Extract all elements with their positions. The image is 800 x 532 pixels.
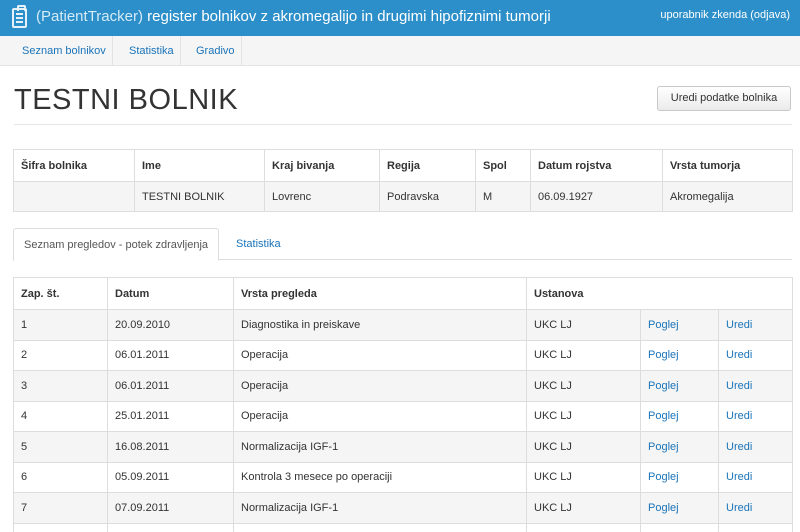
view-link[interactable]: Poglej (640, 431, 719, 463)
column-header: Spol (475, 149, 531, 182)
column-header: Zap. št. (13, 277, 108, 310)
table-row: 5 16.08.2011 Normalizacija IGF-1 UKC LJ Pogl… (13, 431, 794, 463)
nav-item-statistics[interactable]: Statistika (123, 36, 181, 66)
visit-type: Operacija (233, 339, 527, 371)
visit-institution: UKC LJ (526, 492, 641, 524)
column-header: Regija (379, 149, 476, 182)
visit-number (13, 522, 108, 532)
view-link[interactable]: Poglej (640, 461, 719, 493)
column-header: Šifra bolnika (13, 149, 135, 182)
app-header: (PatientTracker) register bolnikov z akr… (0, 0, 800, 36)
patient-residence: Lovrenc (264, 181, 380, 212)
column-header: Kraj bivanja (264, 149, 380, 182)
view-link[interactable]: Poglej (640, 400, 719, 432)
column-header: Datum rojstva (530, 149, 663, 182)
table-row: 4 25.01.2011 Operacija UKC LJ Poglej Uredi (13, 400, 794, 432)
visit-number: 3 (13, 370, 108, 402)
logout-link[interactable]: (odjava) (750, 9, 790, 21)
edit-link[interactable]: Uredi (717, 370, 794, 402)
visit-number: 2 (13, 339, 108, 371)
visit-type: Operacija (233, 370, 527, 402)
visit-date: 05.09.2011 (107, 461, 234, 493)
patient-tumor-type: Akromegalija (662, 181, 793, 212)
visit-institution: UKC LJ (526, 370, 641, 402)
clipboard-icon (12, 5, 27, 28)
patient-sex: M (475, 181, 531, 212)
column-header: Datum (107, 277, 234, 310)
visits-table: Zap. št. Datum Vrsta pregleda Ustanova 1… (13, 277, 794, 532)
edit-link[interactable]: Uredi (717, 492, 794, 524)
main-nav: Seznam bolnikov Statistika Gradivo (0, 36, 800, 66)
edit-link[interactable]: Uredi (717, 431, 794, 463)
title-divider (14, 124, 792, 125)
visit-institution: UKC LJ (526, 431, 641, 463)
patient-info-table: Šifra bolnika Ime Kraj bivanja Regija Sp… (13, 149, 793, 212)
edit-patient-button[interactable]: Uredi podatke bolnika (657, 86, 791, 111)
table-row: 3 06.01.2011 Operacija UKC LJ Poglej Uredi (13, 370, 794, 402)
view-link[interactable]: Poglej (640, 309, 719, 341)
visit-date: 16.08.2011 (107, 431, 234, 463)
patient-birthdate: 06.09.1927 (530, 181, 663, 212)
username: uporabnik zkenda (660, 9, 748, 21)
tab-bar: Seznam pregledov - potek zdravljenja Sta… (13, 228, 792, 261)
page-title: TESTNI BOLNIK (14, 84, 239, 116)
visit-type: Kontrola 3 mesece po operaciji (233, 461, 527, 493)
view-link[interactable] (640, 522, 719, 532)
view-link[interactable]: Poglej (640, 492, 719, 524)
visit-institution (526, 522, 641, 532)
patient-id (13, 181, 135, 212)
visit-number: 1 (13, 309, 108, 341)
view-link[interactable]: Poglej (640, 339, 719, 371)
app-name: (PatientTracker) (36, 8, 143, 25)
visit-number: 6 (13, 461, 108, 493)
column-header: Vrsta tumorja (662, 149, 793, 182)
visit-number: 4 (13, 400, 108, 432)
visit-type: Normalizacija IGF-1 (233, 492, 527, 524)
table-row: TESTNI BOLNIK Lovrenc Podravska M 06.09.… (13, 181, 793, 212)
visit-date: 06.01.2011 (107, 339, 234, 371)
table-row: 6 05.09.2011 Kontrola 3 mesece po operacij… (13, 461, 794, 493)
visit-date: 06.01.2011 (107, 370, 234, 402)
table-header-row: Šifra bolnika Ime Kraj bivanja Regija Sp… (13, 149, 793, 182)
visit-number: 5 (13, 431, 108, 463)
patient-region: Podravska (379, 181, 476, 212)
visit-date: 07.09.2011 (107, 492, 234, 524)
table-row: 1 20.09.2010 Diagnostika in preiskave UKC L… (13, 309, 794, 341)
visit-type: Normalizacija IGF-1 (233, 431, 527, 463)
visit-date: 25.01.2011 (107, 400, 234, 432)
edit-link[interactable]: Uredi (717, 400, 794, 432)
app-brand[interactable]: (PatientTracker) register bolnikov z akr… (36, 8, 551, 25)
table-row: 2 06.01.2011 Operacija UKC LJ Poglej Uredi (13, 339, 794, 371)
visit-date (107, 522, 234, 532)
patient-name: TESTNI BOLNIK (134, 181, 265, 212)
user-info: uporabnik zkenda (odjava) (660, 9, 790, 21)
visit-type: Operacija (233, 400, 527, 432)
nav-item-materials[interactable]: Gradivo (190, 36, 242, 66)
visit-type (233, 522, 527, 532)
column-header: Ime (134, 149, 265, 182)
edit-link[interactable]: Uredi (717, 339, 794, 371)
nav-item-patients[interactable]: Seznam bolnikov (16, 36, 113, 66)
table-header-row: Zap. št. Datum Vrsta pregleda Ustanova (13, 277, 794, 310)
column-header: Vrsta pregleda (233, 277, 527, 310)
visit-number: 7 (13, 492, 108, 524)
view-link[interactable]: Poglej (640, 370, 719, 402)
visit-institution: UKC LJ (526, 400, 641, 432)
edit-link[interactable]: Uredi (717, 309, 794, 341)
visit-institution: UKC LJ (526, 339, 641, 371)
visit-institution: UKC LJ (526, 461, 641, 493)
visit-date: 20.09.2010 (107, 309, 234, 341)
edit-link[interactable] (717, 522, 794, 532)
table-row (13, 522, 794, 532)
tab-statistics[interactable]: Statistika (226, 228, 291, 261)
visit-type: Diagnostika in preiskave (233, 309, 527, 341)
column-header: Ustanova (525, 277, 794, 310)
table-row: 7 07.09.2011 Normalizacija IGF-1 UKC LJ Pogl… (13, 492, 794, 524)
app-subtitle: register bolnikov z akromegalijo in drug… (147, 8, 551, 25)
edit-link[interactable]: Uredi (717, 461, 794, 493)
tab-visit-list[interactable]: Seznam pregledov - potek zdravljenja (13, 228, 220, 261)
visit-institution: UKC LJ (526, 309, 641, 341)
